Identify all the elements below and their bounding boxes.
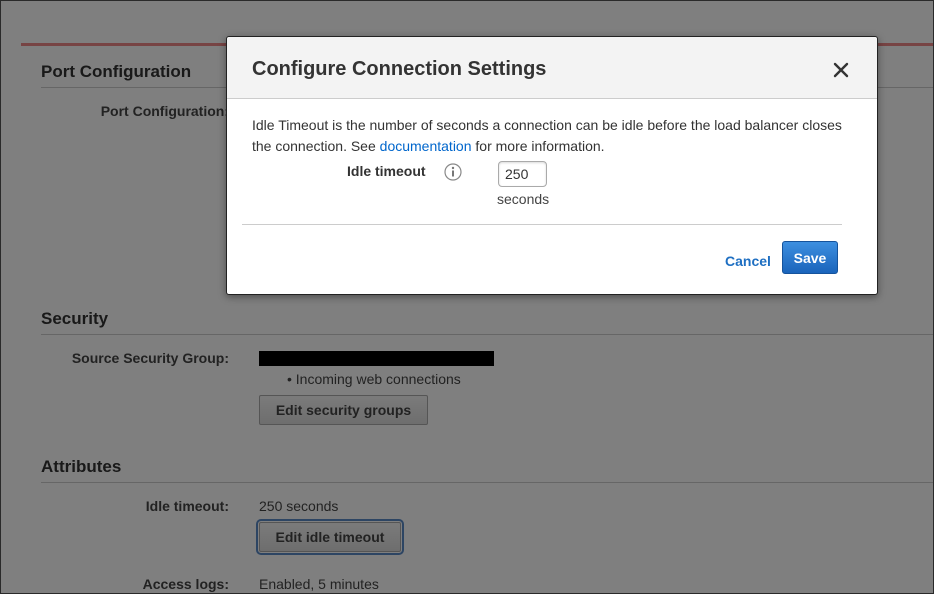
save-button[interactable]: Save: [782, 241, 838, 274]
dialog-header: Configure Connection Settings: [227, 37, 877, 99]
dialog-divider: [242, 224, 842, 225]
configure-connection-settings-dialog: Configure Connection Settings Idle Timeo…: [226, 36, 878, 295]
close-icon[interactable]: [832, 61, 850, 79]
dialog-title: Configure Connection Settings: [252, 58, 547, 80]
idle-timeout-description: Idle Timeout is the number of seconds a …: [252, 115, 842, 157]
idle-timeout-input[interactable]: [498, 161, 547, 187]
description-text-end: for more information.: [471, 138, 605, 154]
idle-timeout-field-label: Idle timeout: [347, 163, 426, 179]
documentation-link[interactable]: documentation: [380, 138, 472, 154]
info-icon[interactable]: [444, 163, 462, 181]
cancel-button[interactable]: Cancel: [725, 253, 771, 269]
timeout-unit: seconds: [497, 191, 550, 207]
